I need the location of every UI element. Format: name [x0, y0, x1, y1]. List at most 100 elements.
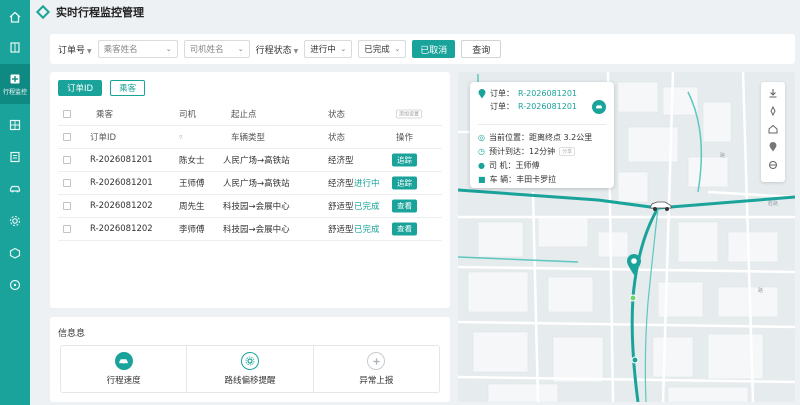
caret-down-icon: ▼ [293, 47, 299, 55]
col-header-status: 状态 [328, 110, 346, 120]
order-id-link[interactable]: R-2026081201 [518, 89, 577, 98]
location-pin-icon[interactable] [626, 254, 642, 276]
status-select-ongoing[interactable]: 进行中 ⌄ [304, 40, 353, 58]
vehicle-type: 舒适型 [328, 202, 354, 212]
passenger-name-select[interactable]: 乘客姓名 ⌄ [97, 40, 178, 58]
plus-circle-icon [367, 352, 386, 370]
col-header-route: 起止点 [231, 110, 257, 120]
gear-icon [10, 216, 20, 226]
col-header-status-2: 状态 [328, 133, 346, 143]
order-label: 订单： [490, 102, 514, 111]
col-header-vehicle-type: 车辆类型 [231, 133, 266, 143]
popup-vehicle-row: ■ 车 辆：丰田卡罗拉 [478, 174, 556, 185]
row-checkbox[interactable] [63, 179, 71, 187]
share-tag[interactable]: 分享 [559, 147, 576, 156]
trip-info-popup: 订单： R-2026081201 订单： R-2026081201 ◎ 当前位置… [470, 82, 614, 188]
trip-status-label: 行程状态 [255, 45, 292, 56]
sidebar-item-label: 行程监控 [2, 88, 27, 96]
route-alert-icon [240, 352, 259, 370]
current-location: 当前位置：距离终点 3.2公里 [488, 133, 593, 142]
track-button[interactable]: 追踪 [392, 153, 417, 167]
vehicle-car-icon[interactable] [648, 200, 674, 212]
col-header-order-id: 订单ID [90, 133, 117, 143]
map-road-label: 胜路 [768, 201, 779, 207]
column-settings-button[interactable]: 添加设置 [396, 109, 422, 119]
driver-name: 李师傅 [179, 225, 205, 235]
exception-report-card[interactable]: 异常上报 [314, 346, 439, 392]
map-road-label: 路 [720, 153, 726, 159]
popup-driver-row: ● 司 机：王师傅 [478, 160, 540, 171]
driver-info: 司 机：王师傅 [488, 161, 540, 170]
caret-down-icon: ▼ [87, 47, 92, 55]
sidebar-item-docs[interactable] [0, 34, 30, 60]
location-pin-icon [478, 88, 486, 98]
order-id: R-2026081201 [90, 155, 153, 165]
info-card-group: 行程速度 路线偏移提醒 异常上报 [60, 345, 440, 393]
table-header-row-1: 乘客 司机 起止点 状态 添加设置 [58, 103, 442, 126]
sidebar-item-more[interactable] [0, 272, 30, 298]
compass-icon[interactable] [766, 104, 780, 118]
page-header: 实时行程监控管理 [30, 0, 800, 24]
status-badge: 已完成 [354, 225, 380, 235]
info-panel: 信息息 行程速度 路线偏移提醒 异常上报 [50, 317, 450, 402]
order-id: R-2026081202 [90, 201, 153, 211]
home-view-icon[interactable] [766, 122, 780, 136]
sidebar-item-grid[interactable] [0, 112, 30, 138]
view-button[interactable]: 查看 [392, 199, 417, 213]
popup-eta-row: ◷ 预计到达：12分钟 分享 [478, 146, 576, 157]
table-row: R-2026081202 周先生 科技园→会展中心 舒适型 已完成 查看 [58, 195, 442, 218]
sidebar-item-package[interactable] [0, 240, 30, 266]
row-checkbox[interactable] [63, 133, 71, 141]
sidebar-item-trip-monitor[interactable]: 行程监控 [0, 64, 30, 104]
box-icon [9, 247, 21, 259]
table-row: R-2026081201 陈女士 人民广场→高铁站 经济型 追踪 [58, 149, 442, 172]
table-header-row-2: 订单ID ▿ 车辆类型 状态 操作 [58, 126, 442, 149]
driver-name: 王师傅 [179, 179, 205, 189]
circle-icon [9, 279, 21, 291]
driver-name-select[interactable]: 司机姓名 ⌄ [183, 40, 250, 58]
col-header-actions: 操作 [396, 133, 414, 143]
status-select-value: 已完成 [364, 45, 390, 55]
locate-pin-icon[interactable] [766, 140, 780, 154]
route: 科技园→会展中心 [223, 225, 290, 235]
chevron-down-icon: ⌄ [237, 45, 244, 53]
vehicle-type: 经济型 [328, 179, 354, 189]
layers-icon[interactable] [766, 158, 780, 172]
popup-divider [478, 124, 606, 125]
table-row: R-2026081201 王师傅 人民广场→高铁站 经济型 进行中 追踪 [58, 172, 442, 195]
vehicle-badge-icon[interactable] [592, 100, 606, 114]
table-row: R-2026081202 李师傅 科技园→会展中心 舒适型 已完成 查看 [58, 218, 442, 241]
trip-status-dropdown[interactable]: 行程状态 ▼ [256, 43, 299, 56]
sidebar-item-home[interactable] [0, 4, 30, 30]
status-badge: 进行中 [354, 179, 380, 189]
driver-name-placeholder: 司机姓名 [189, 45, 224, 55]
select-all-checkbox[interactable] [63, 110, 71, 118]
sidebar-item-vehicles[interactable] [0, 176, 30, 202]
tab-passenger[interactable]: 乘客 [110, 80, 146, 96]
grid-icon [9, 119, 21, 131]
trip-speed-label: 行程速度 [106, 376, 141, 386]
view-button[interactable]: 查看 [392, 222, 417, 236]
route: 科技园→会展中心 [223, 202, 290, 212]
map-view[interactable]: 路 路 胜路 订单： R-2026081201 订单： R-2026081201… [458, 72, 795, 402]
sidebar-item-list[interactable] [0, 144, 30, 170]
row-checkbox[interactable] [63, 156, 71, 164]
cancelled-button[interactable]: 已取消 [412, 40, 456, 58]
tab-order-id[interactable]: 订单ID [58, 80, 103, 96]
order-id-link[interactable]: R-2026081201 [518, 102, 577, 111]
query-button[interactable]: 查询 [461, 40, 502, 58]
sidebar-item-settings[interactable] [0, 208, 30, 234]
row-checkbox[interactable] [63, 225, 71, 233]
trip-speed-card[interactable]: 行程速度 [61, 346, 188, 392]
row-checkbox[interactable] [63, 202, 71, 210]
filter-icon[interactable]: ▿ [179, 133, 183, 141]
status-select-value: 进行中 [310, 45, 336, 55]
order-number-dropdown[interactable]: 订单号 ▼ [58, 43, 92, 56]
popup-location-row: ◎ 当前位置：距离终点 3.2公里 [478, 132, 592, 143]
track-button[interactable]: 追踪 [392, 176, 417, 190]
download-icon[interactable] [766, 86, 780, 100]
popup-order-row-2: 订单： R-2026081201 [490, 101, 577, 112]
info-panel-title: 信息息 [58, 329, 86, 339]
status-select-completed[interactable]: 已完成 ⌄ [358, 40, 407, 58]
route-deviation-card[interactable]: 路线偏移提醒 [187, 346, 314, 392]
